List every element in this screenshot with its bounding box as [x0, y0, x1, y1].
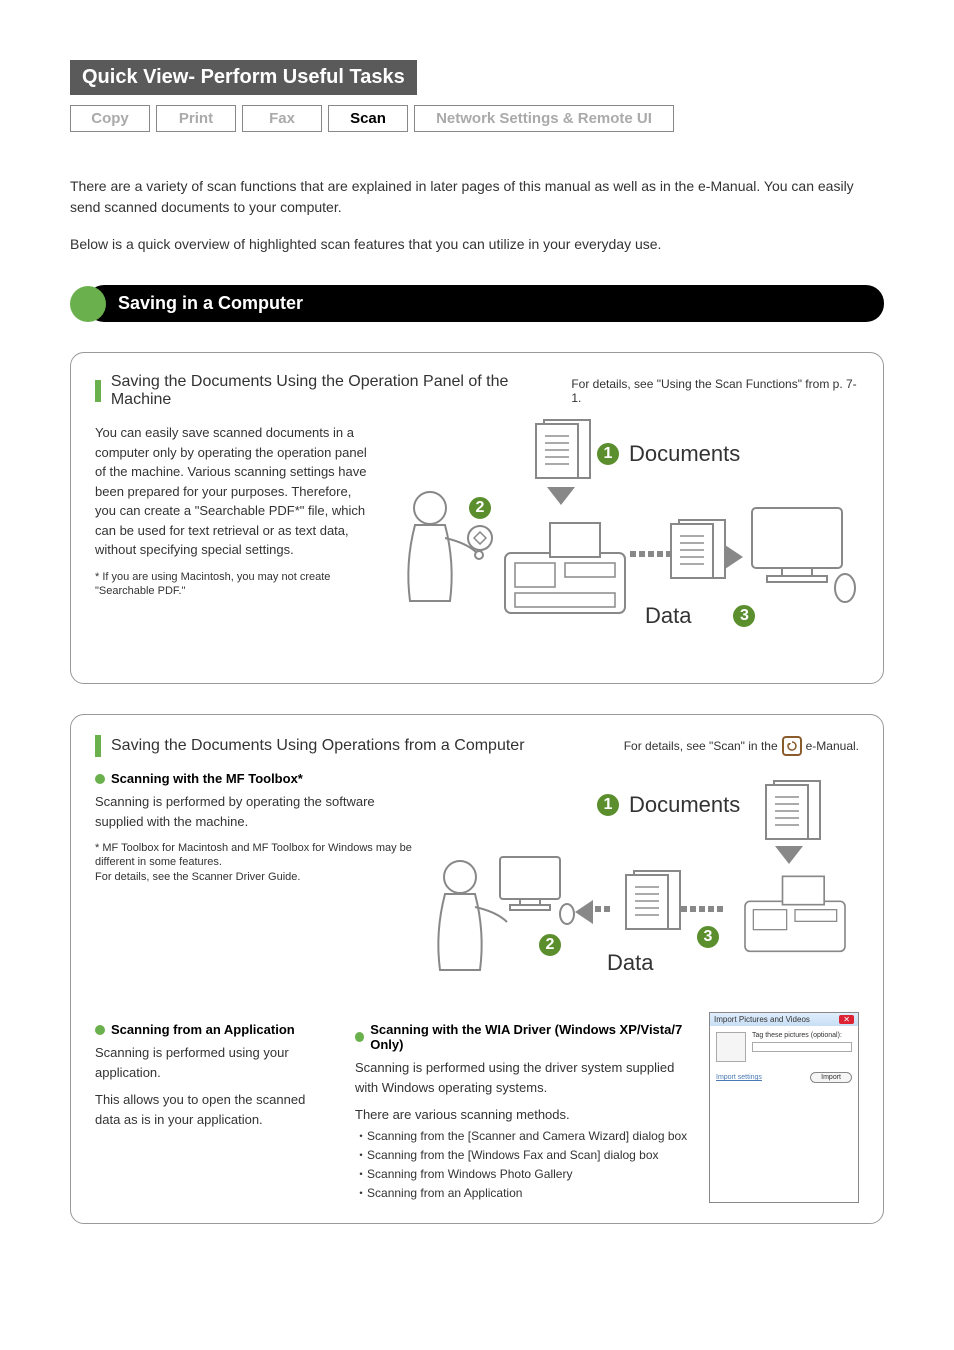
card1-footnote: * If you are using Macintosh, you may no…	[95, 570, 375, 599]
card1-text-block: You can easily save scanned documents in…	[95, 423, 375, 663]
title-accent-icon	[95, 380, 101, 402]
sub1-footnote: * MF Toolbox for Macintosh and MF Toolbo…	[95, 841, 415, 884]
thumbnail-icon	[716, 1032, 746, 1062]
arrow-left-icon	[575, 900, 593, 924]
step-badge-3: 3	[731, 603, 757, 629]
documents-label: Documents	[629, 441, 740, 467]
bullet-icon	[95, 774, 105, 784]
data-label: Data	[607, 950, 653, 976]
data-label: Data	[645, 603, 691, 629]
subA-text1: Scanning is performed using your applica…	[95, 1043, 325, 1082]
title-accent-icon	[95, 735, 101, 757]
card1-text: You can easily save scanned documents in…	[95, 423, 375, 560]
page-title: Quick View- Perform Useful Tasks	[70, 60, 417, 95]
card2-detail-pre: For details, see "Scan" in the	[624, 739, 778, 753]
card2-detail-post: e-Manual.	[806, 739, 859, 753]
refresh-icon	[782, 736, 802, 756]
section-title: Saving in a Computer	[86, 285, 884, 322]
list-item: Scanning from Windows Photo Gallery	[355, 1165, 693, 1184]
wia-settings-link[interactable]: Import settings	[716, 1074, 762, 1081]
tab-print[interactable]: Print	[156, 105, 236, 132]
close-icon[interactable]: ✕	[839, 1015, 854, 1024]
step-badge-2: 2	[467, 495, 493, 521]
wia-title-text: Import Pictures and Videos	[714, 1015, 810, 1024]
tab-copy[interactable]: Copy	[70, 105, 150, 132]
list-item: Scanning from the [Scanner and Camera Wi…	[355, 1127, 693, 1146]
documents-label: Documents	[629, 792, 740, 818]
card2-diagram: 1 Documents	[435, 792, 859, 992]
card1-diagram: 1 Documents 2	[395, 423, 859, 663]
subA-title: Scanning from an Application	[111, 1022, 295, 1037]
intro-text-2: Below is a quick overview of highlighted…	[70, 234, 884, 255]
bullet-icon	[95, 1025, 105, 1035]
header-container: Quick View- Perform Useful Tasks Copy Pr…	[70, 60, 884, 136]
sub1-title: Scanning with the MF Toolbox*	[111, 771, 303, 786]
card-from-computer: Saving the Documents Using Operations fr…	[70, 714, 884, 1224]
sub1-foot-line1: * MF Toolbox for Macintosh and MF Toolbo…	[95, 841, 415, 870]
sub1-heading: Scanning with the MF Toolbox*	[95, 771, 859, 786]
card1-title: Saving the Documents Using the Operation…	[111, 373, 562, 409]
card1-detail: For details, see "Using the Scan Functio…	[571, 377, 859, 405]
step-badge-3: 3	[695, 924, 721, 950]
step-badge-1: 1	[595, 441, 621, 467]
wia-tag-input[interactable]	[752, 1042, 852, 1052]
step-badge-2: 2	[537, 932, 563, 958]
arrow-right-icon	[725, 545, 743, 569]
bullet-icon	[70, 286, 106, 322]
transfer-dots-icon	[595, 906, 610, 912]
arrow-down-icon	[547, 487, 575, 505]
card2-title: Saving the Documents Using Operations fr…	[111, 737, 525, 755]
subA-text2: This allows you to open the scanned data…	[95, 1090, 325, 1129]
subB-list: Scanning from the [Scanner and Camera Wi…	[355, 1127, 693, 1204]
transfer-dots-icon	[681, 906, 723, 912]
section-header: Saving in a Computer	[70, 285, 884, 322]
tab-network[interactable]: Network Settings & Remote UI	[414, 105, 674, 132]
arrow-down-icon	[775, 846, 803, 864]
subB-heading: Scanning with the WIA Driver (Windows XP…	[355, 1022, 693, 1052]
printer-icon	[735, 868, 855, 968]
sub1-text-block: Scanning is performed by operating the s…	[95, 792, 415, 992]
bullet-icon	[355, 1032, 364, 1042]
tab-scan[interactable]: Scan	[328, 105, 408, 132]
subA-heading: Scanning from an Application	[95, 1022, 325, 1037]
wia-tag-label: Tag these pictures (optional):	[752, 1032, 852, 1039]
list-item: Scanning from the [Windows Fax and Scan]…	[355, 1146, 693, 1165]
sub1-foot-line2: For details, see the Scanner Driver Guid…	[95, 870, 415, 884]
computer-icon	[495, 852, 575, 932]
documents-icon	[535, 423, 579, 479]
lower-columns: Scanning from an Application Scanning is…	[95, 1012, 859, 1203]
transfer-dots-icon	[630, 551, 672, 557]
card2-detail: For details, see "Scan" in the e-Manual.	[624, 736, 859, 756]
tab-fax[interactable]: Fax	[242, 105, 322, 132]
wia-import-button[interactable]: Import	[810, 1072, 852, 1083]
computer-icon	[747, 503, 857, 603]
sub1-text: Scanning is performed by operating the s…	[95, 792, 415, 831]
list-item: Scanning from an Application	[355, 1184, 693, 1203]
documents-icon	[765, 784, 809, 840]
card-operation-panel: Saving the Documents Using the Operation…	[70, 352, 884, 684]
tab-row: Copy Print Fax Scan Network Settings & R…	[70, 101, 884, 136]
wia-dialog: Import Pictures and Videos ✕ Tag these p…	[709, 1012, 859, 1203]
step-badge-1: 1	[595, 792, 621, 818]
printer-icon	[495, 513, 635, 633]
subB-text2: There are various scanning methods.	[355, 1105, 693, 1125]
data-icon	[670, 523, 714, 579]
intro-text-1: There are a variety of scan functions th…	[70, 176, 884, 218]
start-button-icon	[467, 525, 493, 551]
subB-text1: Scanning is performed using the driver s…	[355, 1058, 693, 1097]
subB-title: Scanning with the WIA Driver (Windows XP…	[370, 1022, 693, 1052]
intro-block: There are a variety of scan functions th…	[70, 176, 884, 255]
data-icon	[625, 874, 669, 930]
